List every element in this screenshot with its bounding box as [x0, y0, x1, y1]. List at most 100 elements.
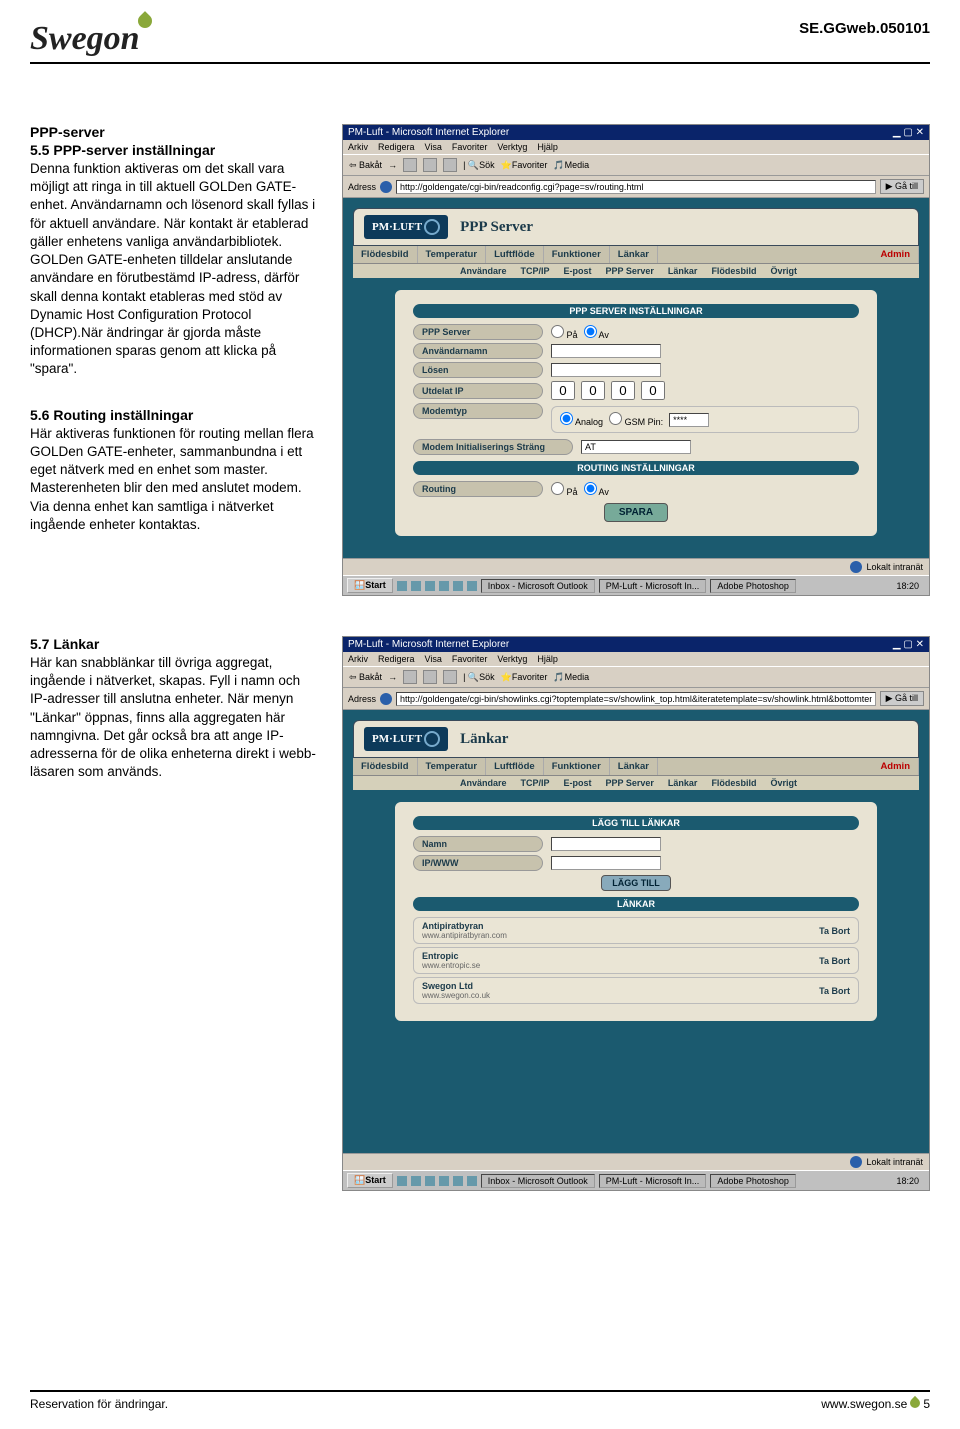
page-title-2: Länkar: [460, 731, 508, 748]
menubar[interactable]: Arkiv Redigera Visa Favoriter Verktyg Hj…: [343, 140, 929, 154]
menu-hjalp[interactable]: Hjälp: [537, 142, 558, 152]
menu-visa[interactable]: Visa: [425, 142, 442, 152]
browser-toolbar[interactable]: ⇦ Bakåt → | 🔍Sök ⭐Favoriter 🎵Media: [343, 154, 929, 176]
stop-icon[interactable]: [403, 158, 417, 172]
left-text-column-2: 5.7 Länkar Här kan snabblänkar till övri…: [30, 636, 320, 1191]
radio-gsm[interactable]: GSM Pin:: [609, 412, 663, 427]
links-header: LÄNKAR: [413, 897, 859, 911]
windows-taskbar[interactable]: 🪟Start Inbox - Microsoft Outlook PM-Luft…: [343, 575, 929, 595]
label-password: Lösen: [413, 362, 543, 378]
task-pmluft[interactable]: PM-Luft - Microsoft In...: [599, 579, 707, 593]
input-linkname[interactable]: [551, 837, 661, 851]
main-tabs-2[interactable]: Flödesbild Temperatur Luftflöde Funktion…: [353, 758, 919, 776]
tab-admin[interactable]: Admin: [872, 246, 919, 263]
radio-routing-av[interactable]: Av: [584, 482, 609, 497]
page-viewport: PM·LUFT PPP Server Flödesbild Temperatur…: [343, 198, 929, 558]
radio-ppp-av[interactable]: Av: [584, 325, 609, 340]
section-5-5-pre: PPP-server: [30, 124, 320, 140]
tab-funktioner[interactable]: Funktioner: [544, 246, 610, 263]
window-controls[interactable]: ▁ ▢ ✕: [893, 127, 924, 138]
subtab-epost[interactable]: E-post: [557, 264, 599, 278]
section-ppp-header: PPP SERVER INSTÄLLNINGAR: [413, 304, 859, 318]
favorites-button[interactable]: Favoriter: [512, 160, 548, 170]
settings-panel: PPP SERVER INSTÄLLNINGAR PPP Server På A…: [393, 288, 879, 538]
footer-pageno: 5: [923, 1397, 930, 1411]
pmluft-logo: PM·LUFT: [364, 215, 448, 239]
address-bar[interactable]: Adress ▶ Gå till: [343, 176, 929, 198]
ip-a[interactable]: [551, 381, 575, 400]
subtab-tcpip[interactable]: TCP/IP: [514, 264, 557, 278]
home-icon[interactable]: [443, 158, 457, 172]
back-button[interactable]: Bakåt: [359, 160, 382, 170]
label-modem-init: Modem Initialiserings Sträng: [413, 439, 573, 455]
browser-toolbar-2[interactable]: ⇦ Bakåt → | 🔍Sök ⭐Favoriter 🎵Media: [343, 666, 929, 688]
pmluft-logo-2: PM·LUFT: [364, 727, 448, 751]
leaf-icon: [908, 1396, 922, 1410]
ip-c[interactable]: [611, 381, 635, 400]
menu-redigera[interactable]: Redigera: [378, 142, 415, 152]
start-button[interactable]: 🪟Start: [347, 578, 393, 593]
subtab-pppserver[interactable]: PPP Server: [599, 264, 661, 278]
url-input-2[interactable]: [396, 692, 876, 706]
footer-disclaimer: Reservation för ändringar.: [30, 1397, 168, 1411]
sub-tabs[interactable]: Användare TCP/IP E-post PPP Server Länka…: [353, 264, 919, 278]
address-bar-2[interactable]: Adress ▶ Gå till: [343, 688, 929, 710]
window-title: PM-Luft - Microsoft Internet Explorer: [348, 127, 509, 138]
label-linkname: Namn: [413, 836, 543, 852]
task-outlook[interactable]: Inbox - Microsoft Outlook: [481, 579, 595, 593]
subtab-anvandare[interactable]: Användare: [453, 264, 514, 278]
tab-temperatur[interactable]: Temperatur: [418, 246, 487, 263]
menu-verktyg[interactable]: Verktyg: [497, 142, 527, 152]
ip-b[interactable]: [581, 381, 605, 400]
label-routing: Routing: [413, 481, 543, 497]
left-text-column: PPP-server 5.5 PPP-server inställningar …: [30, 124, 320, 596]
zone-icon: [850, 561, 862, 573]
delete-link[interactable]: Ta Bort: [819, 926, 850, 936]
link-name[interactable]: Antipiratbyran: [422, 921, 484, 931]
sub-tabs-2[interactable]: Användare TCP/IP E-post PPP Server Länka…: [353, 776, 919, 790]
media-button[interactable]: Media: [565, 160, 590, 170]
window-controls-2[interactable]: ▁ ▢ ✕: [893, 639, 924, 650]
window-title-2: PM-Luft - Microsoft Internet Explorer: [348, 639, 509, 650]
task-photoshop[interactable]: Adobe Photoshop: [710, 579, 796, 593]
tab-flodesbild[interactable]: Flödesbild: [353, 246, 418, 263]
windows-taskbar-2[interactable]: 🪟Start Inbox - Microsoft Outlook PM-Luft…: [343, 1170, 929, 1190]
address-label: Adress: [348, 182, 376, 192]
go-button[interactable]: ▶ Gå till: [880, 179, 924, 194]
menu-favoriter[interactable]: Favoriter: [452, 142, 488, 152]
radio-analog[interactable]: Analog: [560, 412, 603, 427]
page-header: Swegon SE.GGweb.050101: [30, 20, 930, 64]
input-modem-init[interactable]: [581, 440, 691, 454]
tab-lankar[interactable]: Länkar: [610, 246, 658, 263]
refresh-icon[interactable]: [423, 158, 437, 172]
section-5-7-body: Här kan snabblänkar till övriga aggregat…: [30, 654, 320, 782]
url-input[interactable]: [396, 180, 876, 194]
go-button-2[interactable]: ▶ Gå till: [880, 691, 924, 706]
radio-routing-pa[interactable]: På: [551, 482, 578, 497]
add-button[interactable]: LÄGG TILL: [601, 875, 671, 891]
menubar-2[interactable]: Arkiv Redigera Visa Favoriter Verktyg Hj…: [343, 652, 929, 666]
input-username[interactable]: [551, 344, 661, 358]
label-username: Användarnamn: [413, 343, 543, 359]
subtab-lankar[interactable]: Länkar: [661, 264, 705, 278]
search-button[interactable]: Sök: [479, 160, 495, 170]
menu-arkiv[interactable]: Arkiv: [348, 142, 368, 152]
save-button[interactable]: SPARA: [604, 503, 668, 522]
input-gsm-pin[interactable]: [669, 413, 709, 427]
input-ipwww[interactable]: [551, 856, 661, 870]
subtab-flodesbild[interactable]: Flödesbild: [704, 264, 763, 278]
footer-site: www.swegon.se: [821, 1397, 907, 1411]
ip-d[interactable]: [641, 381, 665, 400]
radio-ppp-pa[interactable]: På: [551, 325, 578, 340]
tab-luftflode[interactable]: Luftflöde: [486, 246, 544, 263]
section-5-5-body: Denna funktion aktiveras om det skall va…: [30, 160, 320, 379]
input-password[interactable]: [551, 363, 661, 377]
main-tabs[interactable]: Flödesbild Temperatur Luftflöde Funktion…: [353, 246, 919, 264]
section-5-5-title: 5.5 PPP-server inställningar: [30, 142, 320, 158]
ie-icon: [380, 181, 392, 193]
document-id: SE.GGweb.050101: [799, 20, 930, 37]
browser-statusbar-2: Lokalt intranät: [343, 1153, 929, 1170]
subtab-ovrigt[interactable]: Övrigt: [763, 264, 804, 278]
label-modemtype: Modemtyp: [413, 403, 543, 419]
taskbar-clock: 18:20: [890, 580, 925, 592]
